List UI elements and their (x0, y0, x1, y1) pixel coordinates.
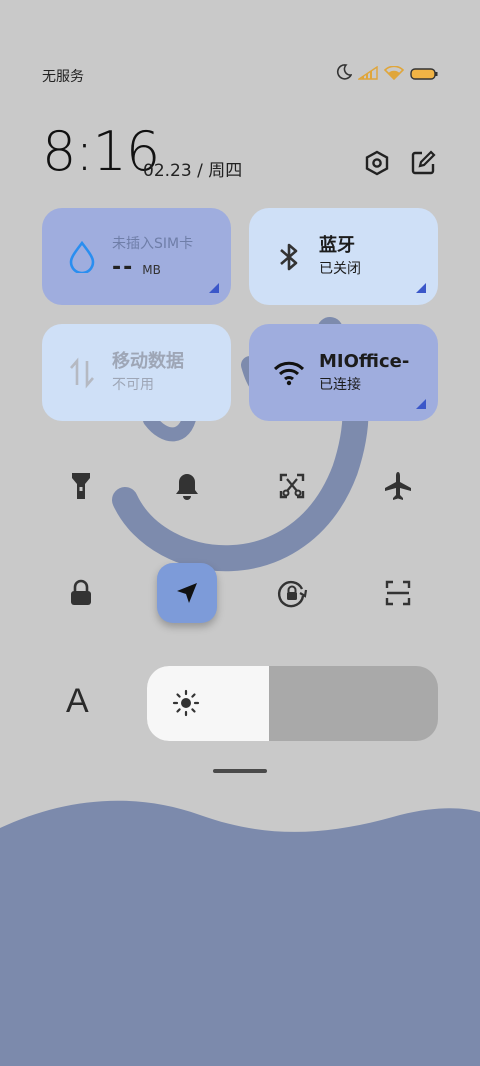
wifi-title: MIOffice- (319, 350, 410, 372)
data-usage-tile[interactable]: 未插入SIM卡 -- MB (42, 208, 231, 305)
brightness-fill (147, 666, 270, 741)
bluetooth-tile[interactable]: 蓝牙 已关闭 (249, 208, 438, 305)
panel-handle[interactable] (213, 769, 267, 773)
rotation-lock-icon (278, 580, 308, 608)
bluetooth-status: 已关闭 (319, 260, 361, 277)
expand-corner-icon (416, 283, 426, 293)
data-usage-label: 未插入SIM卡 (112, 236, 194, 252)
expand-corner-icon (416, 399, 426, 409)
status-icons (336, 64, 438, 84)
font-size-icon[interactable]: A (66, 682, 89, 721)
water-drop-icon (66, 240, 98, 273)
lock-icon (71, 579, 91, 605)
wifi-tile[interactable]: MIOffice- 已连接 (249, 324, 438, 421)
airplane-icon (385, 472, 411, 500)
wifi-icon (383, 65, 405, 84)
flashlight-toggle[interactable] (51, 456, 111, 516)
mobile-data-tile[interactable]: 移动数据 不可用 (42, 324, 231, 421)
clock: 8:16 (42, 120, 160, 183)
location-icon (177, 583, 197, 603)
moon-icon (336, 64, 353, 84)
screenshot-toggle[interactable] (262, 456, 322, 516)
rotation-lock-toggle[interactable] (262, 563, 322, 623)
sun-icon (171, 688, 201, 718)
mobile-data-title: 移动数据 (112, 350, 184, 372)
edit-icon[interactable] (408, 148, 438, 178)
lock-screen-toggle[interactable] (51, 563, 111, 623)
mobile-data-icon (66, 356, 98, 389)
settings-icon[interactable] (362, 148, 392, 178)
signal-icon (356, 65, 378, 84)
wifi-status: 已连接 (319, 376, 361, 393)
bluetooth-icon (273, 241, 305, 273)
location-toggle[interactable] (157, 563, 217, 623)
mute-toggle[interactable] (157, 456, 217, 516)
scan-toggle[interactable] (368, 563, 428, 623)
brightness-slider[interactable] (147, 666, 438, 741)
bluetooth-title: 蓝牙 (319, 234, 355, 256)
date-label: 02.23 / 周四 (143, 161, 243, 181)
bell-icon (176, 474, 198, 500)
data-usage-unit: MB (142, 263, 161, 277)
scan-icon (385, 580, 411, 606)
battery-icon (410, 65, 438, 84)
mobile-data-status: 不可用 (112, 376, 154, 393)
airplane-toggle[interactable] (368, 456, 428, 516)
screenshot-icon (279, 473, 305, 499)
flashlight-icon (72, 473, 90, 499)
data-usage-value: -- (112, 255, 135, 280)
wifi-icon (273, 357, 305, 389)
carrier-label: 无服务 (42, 69, 84, 85)
expand-corner-icon (209, 283, 219, 293)
